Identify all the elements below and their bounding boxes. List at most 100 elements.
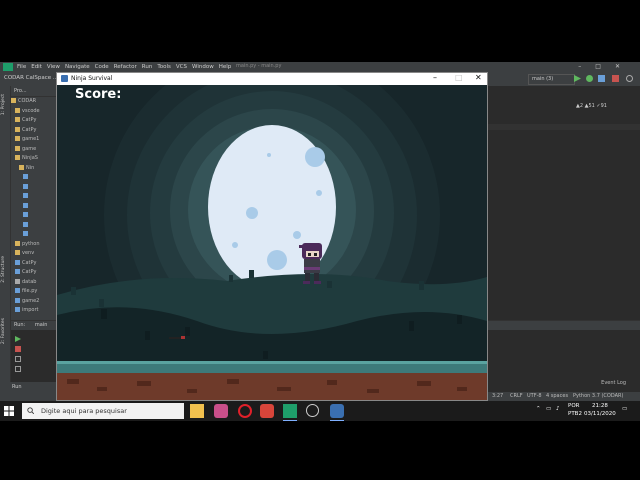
language-bottom[interactable]: PTB2 [568, 411, 582, 417]
project-tree-item[interactable] [11, 221, 57, 231]
project-tree-item[interactable] [11, 192, 57, 202]
tombstone [327, 281, 332, 288]
project-tree-item[interactable]: Nin [11, 164, 57, 174]
breadcrumb[interactable]: CODAR CalSpace ... [4, 75, 58, 81]
moon-crater [267, 153, 271, 157]
favorites-tool-tab[interactable]: 2: Favorites [1, 318, 6, 344]
tree-item-label: CODAR [18, 98, 37, 104]
cursor-position[interactable]: 3:27 [492, 393, 503, 399]
project-tool-tab[interactable]: 1: Project [1, 94, 6, 115]
editor-area[interactable]: ▲2 ▲51 ✓91 [488, 86, 640, 321]
project-tree-item[interactable] [11, 183, 57, 193]
project-tree-item[interactable]: CatPy [11, 126, 57, 136]
inspection-summary[interactable]: ▲2 ▲51 ✓91 [576, 103, 607, 109]
menu-window[interactable]: Window [192, 64, 214, 70]
coverage-icon[interactable] [598, 75, 605, 82]
maximize-button[interactable]: □ [455, 73, 463, 82]
project-tree-item[interactable]: venv [11, 249, 57, 259]
language-top[interactable]: POR [568, 403, 579, 409]
project-tree-item[interactable]: datab [11, 278, 57, 288]
project-tree-item[interactable]: CatPy [11, 268, 57, 278]
game-canvas[interactable] [57, 85, 487, 401]
moon-crater [316, 190, 322, 196]
run-config-tab[interactable]: main [35, 322, 48, 328]
menu-refactor[interactable]: Refactor [114, 64, 137, 70]
tree-item-label: CatPy [22, 126, 37, 133]
project-tree-item[interactable]: game1 [11, 135, 57, 145]
ide-window-controls[interactable]: –□✕ [578, 63, 634, 70]
game-controller-icon[interactable] [306, 404, 319, 417]
volume-icon[interactable]: ♪ [556, 406, 560, 412]
menu-tools[interactable]: Tools [157, 64, 171, 70]
network-icon[interactable]: ▭ [546, 406, 551, 412]
debug-icon[interactable] [586, 75, 593, 82]
browser-icon[interactable] [260, 404, 274, 418]
file-encoding[interactable]: UTF-8 [527, 393, 542, 399]
project-tree-item[interactable]: file.py [11, 287, 57, 297]
paint-icon[interactable] [214, 404, 228, 418]
project-tree-item[interactable]: python [11, 240, 57, 250]
opera-icon[interactable] [238, 404, 252, 418]
file-icon [15, 297, 20, 303]
layout-icon[interactable] [15, 356, 21, 362]
minimize-button[interactable]: – [433, 73, 437, 82]
project-tree-item[interactable]: game2 [11, 297, 57, 307]
event-log-button[interactable]: Event Log [601, 380, 626, 386]
python-icon[interactable] [330, 404, 344, 421]
line-separator[interactable]: CRLF [510, 393, 523, 399]
python-interpreter[interactable]: Python 3.7 (CODAR) [573, 393, 623, 399]
notifications-icon[interactable]: ▭ [622, 406, 627, 412]
pycharm-icon[interactable] [283, 404, 297, 421]
project-tree-item[interactable]: NinjaS [11, 154, 57, 164]
run-config-select[interactable]: main (3) [528, 74, 575, 85]
clock-date[interactable]: 03/11/2020 [584, 411, 616, 417]
game-window-titlebar[interactable]: Ninja Survival – □ ✕ [57, 73, 487, 85]
run-icon[interactable] [574, 75, 581, 82]
project-tree-item[interactable] [11, 202, 57, 212]
menu-run[interactable]: Run [142, 64, 153, 70]
indent-setting[interactable]: 4 spaces [546, 393, 568, 399]
project-tree-item[interactable]: vscode [11, 107, 57, 117]
windows-start-icon[interactable] [4, 406, 14, 416]
taskbar-search[interactable]: Digite aqui para pesquisar [22, 403, 184, 419]
menu-edit[interactable]: Edit [31, 64, 42, 70]
print-icon[interactable] [15, 366, 21, 372]
project-panel-header[interactable]: Pro... [11, 86, 57, 97]
stop-run-icon[interactable] [15, 346, 21, 352]
menu-vcs[interactable]: VCS [176, 64, 187, 70]
file-explorer-icon[interactable] [190, 404, 204, 418]
menu-help[interactable]: Help [219, 64, 232, 70]
file-icon [15, 259, 20, 265]
tombstone [185, 327, 190, 336]
ground-dirt [57, 373, 487, 400]
project-tree-item[interactable] [11, 173, 57, 183]
rerun-icon[interactable] [15, 336, 21, 342]
structure-tool-tab[interactable]: 2: Structure [1, 256, 6, 283]
project-tree-item[interactable]: CatPy [11, 259, 57, 269]
menu-view[interactable]: View [47, 64, 60, 70]
project-tree-item[interactable] [11, 211, 57, 221]
clock-time[interactable]: 21:28 [592, 403, 608, 409]
pycharm-logo [3, 63, 13, 71]
project-tree-item[interactable]: import [11, 306, 57, 316]
project-tree-item[interactable]: CODAR [11, 97, 57, 107]
folder-icon [15, 117, 20, 122]
menu-file[interactable]: File [17, 64, 26, 70]
project-tree-item[interactable]: CatPy [11, 116, 57, 126]
menu-navigate[interactable]: Navigate [65, 64, 90, 70]
folder-icon [15, 107, 20, 113]
close-button[interactable]: ✕ [475, 73, 482, 82]
project-tree-item[interactable] [11, 230, 57, 240]
tombstone [409, 321, 414, 331]
file-icon [23, 231, 28, 236]
folder-icon [15, 240, 20, 246]
project-tree-item[interactable]: game [11, 145, 57, 155]
stop-icon[interactable] [612, 75, 619, 82]
game-window[interactable]: Ninja Survival – □ ✕ Score: [56, 72, 488, 401]
menu-code[interactable]: Code [95, 64, 109, 70]
search-icon[interactable] [626, 75, 633, 82]
bottom-run-tab[interactable]: Run [0, 382, 56, 392]
file-icon [15, 269, 20, 274]
tray-up-chevron-icon[interactable]: ⌃ [536, 406, 541, 412]
moon-crater [305, 147, 325, 167]
